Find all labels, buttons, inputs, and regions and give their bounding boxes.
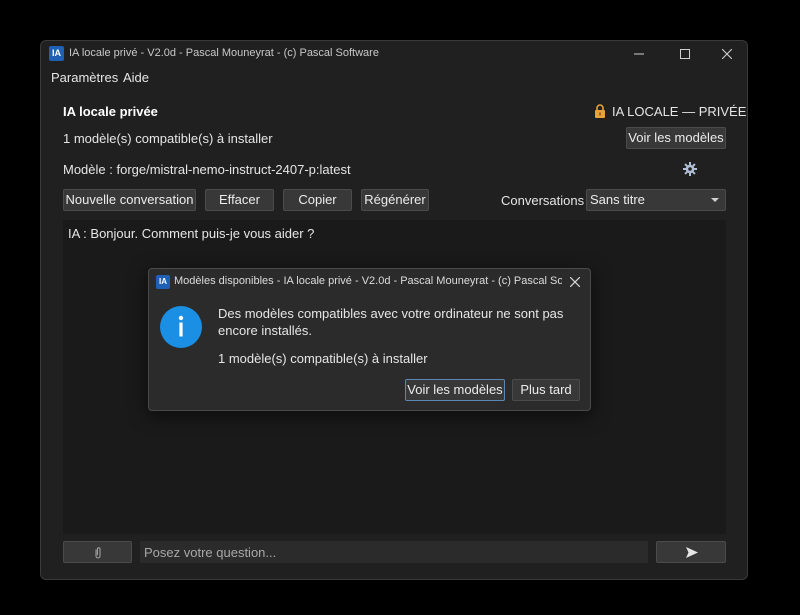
dialog-view-models-button[interactable]: Voir les modèles [405,379,505,401]
privacy-badge: IA LOCALE — PRIVÉE [612,104,747,119]
question-input[interactable] [140,541,648,563]
send-icon [686,547,698,558]
current-model-label: Modèle : forge/mistral-nemo-instruct-240… [63,162,351,177]
compatible-models-count: 1 modèle(s) compatible(s) à installer [63,131,273,146]
close-icon [569,276,581,288]
models-available-dialog: IA Modèles disponibles - IA locale privé… [148,268,591,411]
close-button[interactable] [705,41,747,67]
menu-item-aide[interactable]: Aide [123,70,149,85]
menu-bar: Paramètres Aide [41,67,747,89]
dialog-later-button[interactable]: Plus tard [512,379,580,401]
attach-button[interactable] [63,541,132,563]
chat-message: IA : Bonjour. Comment puis-je vous aider… [68,226,315,241]
dialog-close-button[interactable] [566,273,584,291]
gear-icon[interactable] [683,162,697,176]
dialog-compatible-count: 1 modèle(s) compatible(s) à installer [218,351,428,366]
dialog-app-icon: IA [156,275,170,289]
maximize-icon [680,49,690,59]
dialog-title: Modèles disponibles - IA locale privé - … [174,275,562,287]
view-models-button[interactable]: Voir les modèles [626,127,726,149]
info-icon [160,306,202,348]
new-conversation-button[interactable]: Nouvelle conversation [63,189,196,211]
minimize-icon [634,53,644,55]
maximize-button[interactable] [663,41,707,67]
conversation-select[interactable]: Sans titre [586,189,726,211]
header-title: IA locale privée [63,104,158,119]
dialog-message: Des modèles compatibles avec votre ordin… [218,306,564,338]
send-button[interactable] [656,541,726,563]
conversations-label: Conversations [501,193,585,208]
chevron-down-icon [711,198,719,202]
window-title: IA locale privé - V2.0d - Pascal Mouneyr… [69,47,379,59]
title-bar[interactable]: IA IA locale privé - V2.0d - Pascal Moun… [41,41,747,67]
app-icon: IA [49,46,64,61]
regenerate-button[interactable]: Régénérer [361,189,429,211]
conversation-select-value: Sans titre [590,192,645,207]
menu-item-parametres[interactable]: Paramètres [51,70,118,85]
paperclip-icon [95,547,101,559]
minimize-button[interactable] [617,41,661,67]
clear-button[interactable]: Effacer [205,189,274,211]
lock-icon [595,104,605,118]
close-icon [721,48,733,60]
copy-button[interactable]: Copier [283,189,352,211]
